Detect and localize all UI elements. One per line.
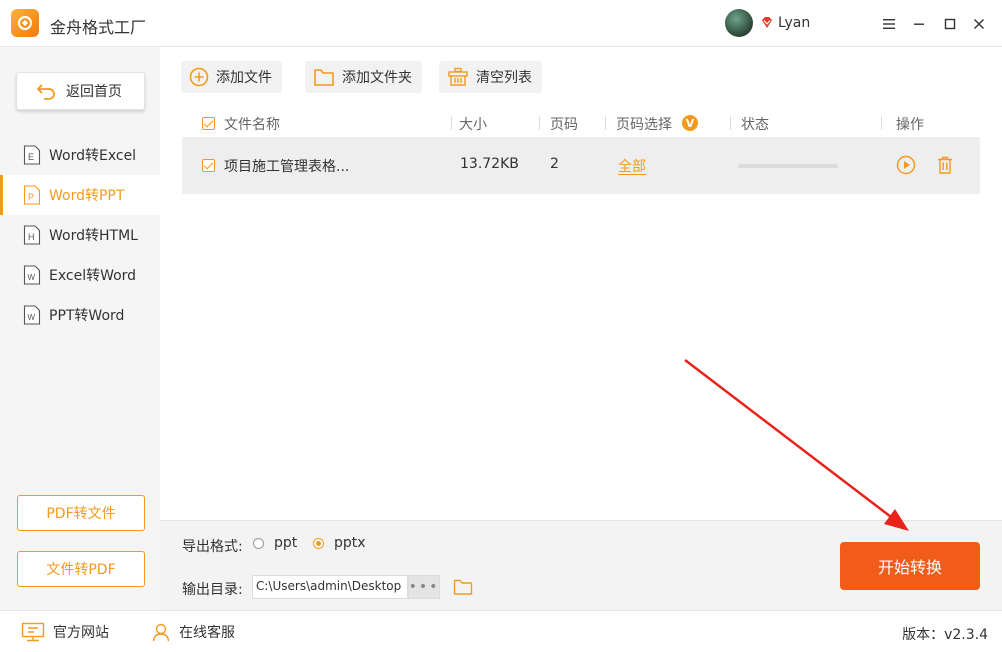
sidebar-item-ppt-to-word[interactable]: W PPT转Word <box>0 295 160 335</box>
app-title: 金舟格式工厂 <box>50 18 147 37</box>
column-divider <box>730 116 731 130</box>
vip-diamond-icon <box>762 17 772 28</box>
table-row[interactable]: 项目施工管理表格... 13.72KB 2 全部 <box>182 137 980 194</box>
home-button-label: 返回首页 <box>66 84 122 100</box>
file-size: 13.72KB <box>460 156 519 172</box>
sidebar-item-label: Excel转Word <box>49 268 137 284</box>
sidebar-item-label: PPT转Word <box>49 308 125 324</box>
add-folder-button[interactable]: 添加文件夹 <box>305 61 422 93</box>
play-circle-icon[interactable] <box>896 155 916 175</box>
return-arrow-icon <box>37 84 55 100</box>
close-icon <box>974 19 984 29</box>
output-options-panel: 导出格式: ppt pptx 输出目录: C:\Users\admin\Desk… <box>160 520 1002 610</box>
page-count: 2 <box>550 156 559 172</box>
home-button[interactable]: 返回首页 <box>16 72 145 110</box>
website-label: 官方网站 <box>53 625 109 641</box>
document-icon: W <box>23 305 41 325</box>
column-divider <box>451 116 452 130</box>
column-header-size: 大小 <box>459 117 487 133</box>
file-to-pdf-button[interactable]: 文件转PDF <box>17 551 145 587</box>
column-header-pages: 页码 <box>550 117 578 133</box>
column-header-page-select: 页码选择 <box>616 117 672 133</box>
format-radio-pptx[interactable] <box>313 538 324 549</box>
output-dir-label: 输出目录: <box>182 582 243 598</box>
start-convert-button[interactable]: 开始转换 <box>840 542 980 590</box>
row-checkbox[interactable] <box>202 159 215 172</box>
minimize-icon <box>914 23 924 25</box>
plus-circle-icon <box>189 67 209 87</box>
svg-text:P: P <box>28 192 34 202</box>
export-format-label: 导出格式: <box>182 539 243 555</box>
svg-text:H: H <box>28 232 35 242</box>
support-label: 在线客服 <box>179 625 235 641</box>
svg-text:W: W <box>28 313 36 322</box>
clear-list-label: 清空列表 <box>476 70 532 86</box>
website-link[interactable]: 官方网站 <box>21 622 109 642</box>
trash-icon[interactable] <box>935 155 955 175</box>
conversion-progress-bar <box>738 164 838 168</box>
sidebar-item-label: Word转HTML <box>49 228 138 244</box>
format-option-pptx[interactable]: pptx <box>334 535 366 551</box>
basket-icon <box>448 67 468 86</box>
document-icon: H <box>23 225 41 245</box>
pdf-to-file-button[interactable]: PDF转文件 <box>17 495 145 531</box>
sidebar-item-label: Word转Excel <box>49 148 137 164</box>
format-radio-ppt[interactable] <box>253 538 264 549</box>
sidebar-item-label: Word转PPT <box>49 188 125 204</box>
add-file-label: 添加文件 <box>216 70 272 86</box>
svg-text:E: E <box>28 152 34 162</box>
sidebar-item-word-to-html[interactable]: H Word转HTML <box>0 215 160 255</box>
online-support-link[interactable]: 在线客服 <box>151 622 235 642</box>
app-logo-icon <box>11 9 39 37</box>
document-icon: E <box>23 145 41 165</box>
open-folder-icon[interactable] <box>453 578 473 596</box>
svg-text:W: W <box>28 273 36 282</box>
column-header-actions: 操作 <box>896 117 924 133</box>
page-select-link[interactable]: 全部 <box>618 156 646 176</box>
sidebar-item-word-to-excel[interactable]: E Word转Excel <box>0 135 160 175</box>
file-name: 项目施工管理表格... <box>224 159 350 175</box>
column-divider <box>881 116 882 130</box>
status-bar: 官方网站 在线客服 版本：v2.3.4 <box>0 610 1002 652</box>
column-divider <box>539 116 540 130</box>
username[interactable]: Lyan <box>778 15 810 31</box>
sidebar: 返回首页 E Word转Excel P Word转PPT H Word转HTML… <box>0 47 160 610</box>
avatar[interactable] <box>725 9 753 37</box>
folder-icon <box>314 69 334 86</box>
output-path-field[interactable]: C:\Users\admin\Desktop <box>252 575 408 599</box>
maximize-icon <box>944 18 956 30</box>
document-icon: P <box>23 185 41 205</box>
main-panel: 添加文件 添加文件夹 清空列表 文件名称 大小 页码 页码选择 V 状态 操作 … <box>160 47 1002 520</box>
browse-button[interactable]: ••• <box>408 575 440 599</box>
format-option-ppt[interactable]: ppt <box>274 535 297 551</box>
version-label: 版本：v2.3.4 <box>902 627 988 643</box>
column-header-name: 文件名称 <box>224 117 280 133</box>
add-file-button[interactable]: 添加文件 <box>181 61 282 93</box>
monitor-icon <box>21 622 45 642</box>
close-button[interactable] <box>967 12 991 36</box>
column-header-status: 状态 <box>741 117 769 133</box>
document-icon: W <box>23 265 41 285</box>
select-all-checkbox[interactable] <box>202 117 215 130</box>
column-divider <box>605 116 606 130</box>
headset-icon <box>152 623 170 642</box>
maximize-button[interactable] <box>938 12 962 36</box>
sidebar-item-word-to-ppt[interactable]: P Word转PPT <box>0 175 160 215</box>
clear-list-button[interactable]: 清空列表 <box>439 61 542 93</box>
add-folder-label: 添加文件夹 <box>342 70 412 86</box>
menu-icon <box>883 19 895 29</box>
menu-button[interactable] <box>877 12 901 36</box>
minimize-button[interactable] <box>907 12 931 36</box>
page-select-vip-badge[interactable]: V <box>682 115 698 131</box>
title-bar: 金舟格式工厂 Lyan <box>0 0 1002 47</box>
table-header: 文件名称 大小 页码 页码选择 V 状态 操作 <box>182 109 980 137</box>
sidebar-item-excel-to-word[interactable]: W Excel转Word <box>0 255 160 295</box>
